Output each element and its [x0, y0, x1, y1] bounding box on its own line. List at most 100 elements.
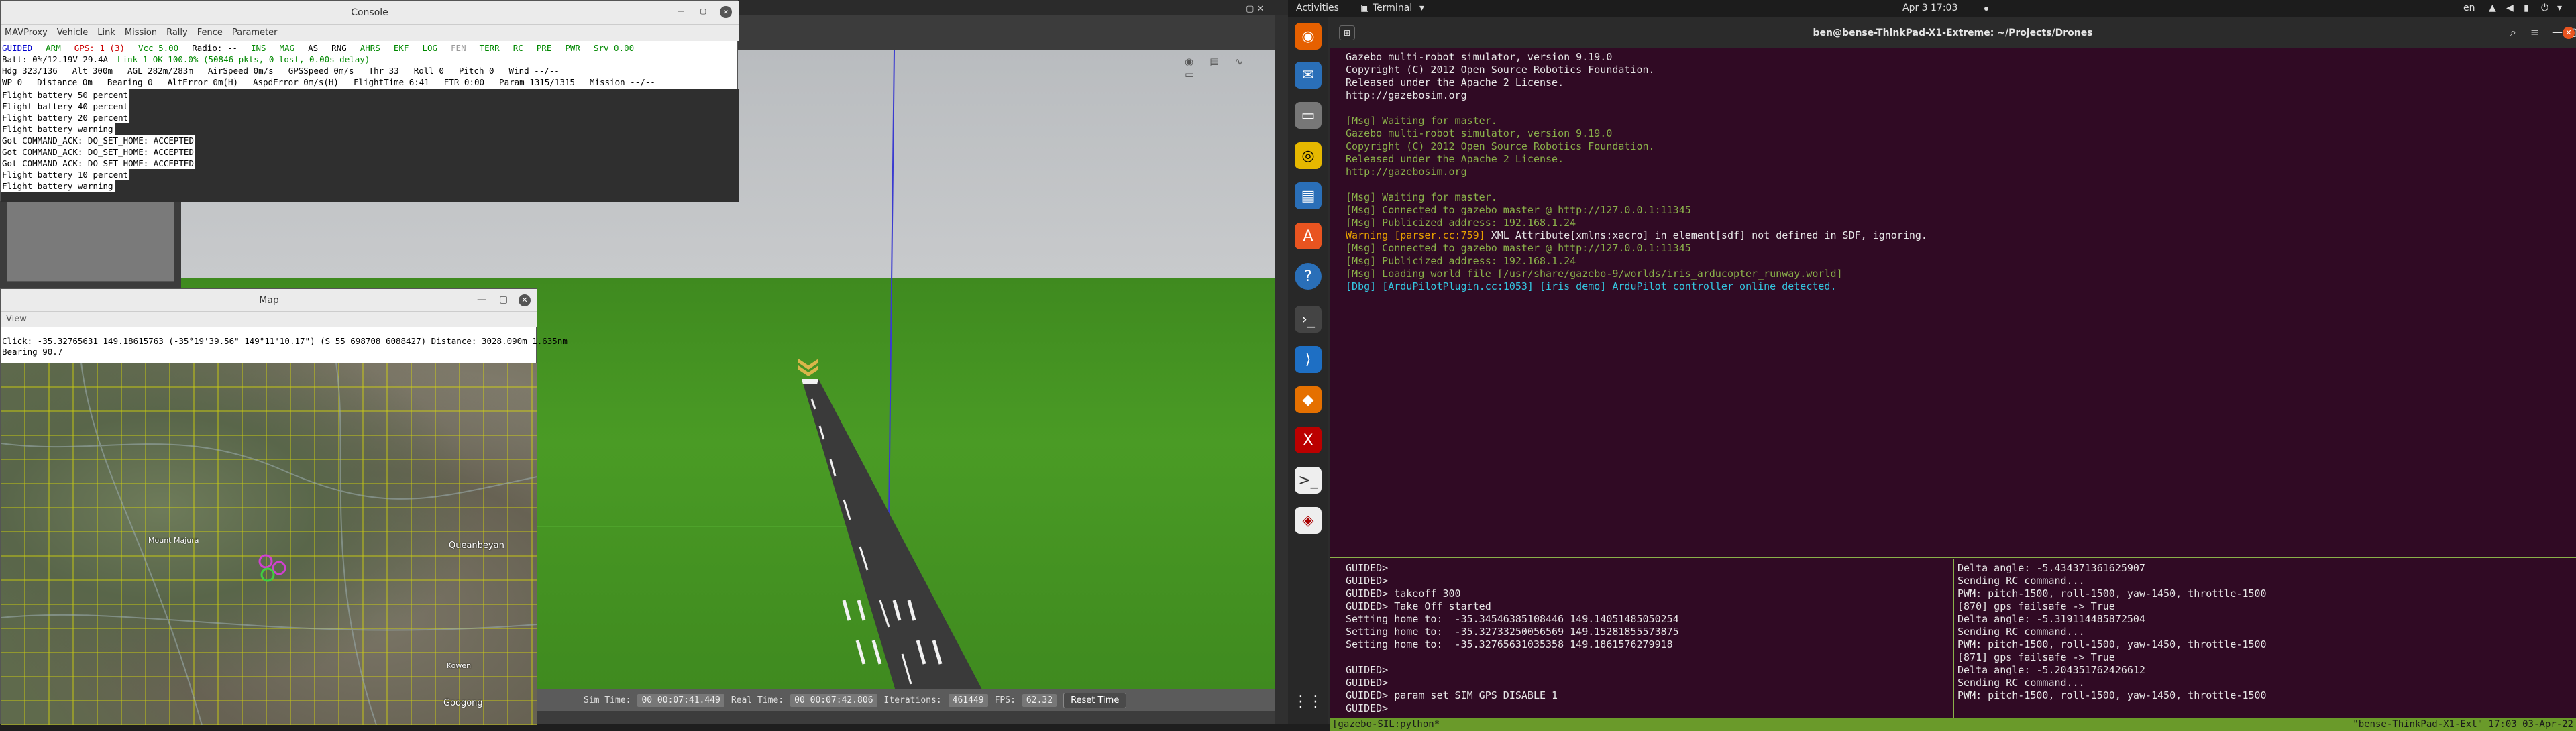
status-item: Alt 300m [72, 66, 113, 76]
status-item: GUIDED [2, 43, 33, 53]
software-center-icon[interactable]: A [1295, 223, 1322, 249]
minimize-icon[interactable]: — [477, 294, 486, 305]
app-menu-terminal[interactable]: Terminal [1373, 3, 1412, 13]
map-canvas[interactable]: Queanbeyan Googong Mount Majura Kowen [1, 363, 537, 725]
writer-icon[interactable]: ▤ [1295, 182, 1322, 209]
console-menu-item[interactable]: MAVProxy [5, 27, 48, 38]
battery-icon[interactable]: ▮ [2524, 3, 2529, 13]
iterations-label: Iterations: [883, 695, 942, 706]
minimize-icon[interactable]: — [678, 6, 684, 17]
status-item: Param 1315/1315 [499, 77, 575, 87]
console-menu-item[interactable]: Parameter [232, 27, 278, 38]
pane-line: GUIDED> Take Off started [1346, 600, 1491, 612]
status-item: Pitch 0 [458, 66, 494, 76]
status-item: GPSSpeed 0m/s [288, 66, 354, 76]
map-label-mount-majura: Mount Majura [148, 536, 199, 545]
status-item: PRE [536, 43, 552, 53]
close-icon[interactable]: ✕ [720, 6, 732, 18]
close-icon[interactable]: ✕ [2563, 27, 2575, 39]
terminal-title: ben@bense-ThinkPad-X1-Extreme: ~/Project… [1813, 27, 2093, 38]
rhythmbox-icon[interactable]: ◎ [1295, 142, 1322, 169]
map-titlebar[interactable]: Map — ▢ ✕ [1, 289, 537, 312]
map-label-queanbeyan: Queanbeyan [449, 541, 504, 551]
terminal-line: Released under the Apache 2 License. [1346, 76, 1564, 89]
terminal-titlebar[interactable]: ⊞ ben@bense-ThinkPad-X1-Extreme: ~/Proje… [1330, 17, 2576, 48]
gazebo-right-splitter[interactable] [1275, 15, 1288, 724]
x-app-icon[interactable]: X [1295, 427, 1322, 453]
pane-line: GUIDED> param set SIM_GPS_DISABLE 1 [1346, 689, 1558, 701]
log-icon[interactable]: ▤ [1210, 56, 1223, 68]
status-item: Wind --/-- [508, 66, 559, 76]
gnome-top-bar: Activities ▣ Terminal ▾ Apr 3 17:03 en ▲… [1288, 0, 2576, 17]
maximize-icon[interactable]: ▢ [700, 6, 706, 17]
pane-line: Setting home to: -35.32733250056569 149.… [1346, 626, 1679, 638]
plot-icon[interactable]: ∿ [1234, 56, 1248, 68]
thunderbird-icon[interactable]: ✉ [1295, 62, 1322, 89]
show-apps-icon[interactable]: ⋮⋮ [1293, 688, 1323, 715]
map-menu-view[interactable]: View [1, 312, 537, 327]
pane-line: Sending RC command... [1957, 677, 2085, 689]
status-item: LOG [422, 43, 438, 53]
files-icon[interactable]: ▭ [1295, 102, 1322, 129]
status-item: FlightTime 6:41 [353, 77, 429, 87]
video-icon[interactable]: ▭ [1185, 68, 1198, 80]
clock[interactable]: Apr 3 17:03 [1902, 3, 1957, 13]
console-menu-item[interactable]: Vehicle [57, 27, 89, 38]
reset-time-button[interactable]: Reset Time [1063, 692, 1127, 708]
terminal-output-pane[interactable]: Gazebo multi-robot simulator, version 9.… [1330, 48, 2576, 558]
tmux-host-clock: "bense-ThinkPad-X1-Ext" 17:03 03-Apr-22 [2353, 719, 2573, 730]
terminal-window: ⊞ ben@bense-ThinkPad-X1-Extreme: ~/Proje… [1330, 17, 2576, 731]
close-icon[interactable]: ✕ [519, 294, 531, 306]
tmux-pane-controller[interactable]: Delta angle: -5.434371361625907 Sending R… [1955, 559, 2576, 718]
status-item: RNG [331, 43, 347, 53]
gazebo-window-controls[interactable]: — ▢ ✕ [1234, 4, 1281, 15]
console-menu-item[interactable]: Mission [125, 27, 157, 38]
status-row-1: GUIDED ARM GPS: 1 (3) Vcc 5.00 Radio: -- INS M… [1, 42, 739, 54]
status-row-2: Batt: 0%/12.19V 29.4A Link 1 OK 100.0% (5… [1, 54, 739, 65]
log-line: Flight battery warning [1, 180, 115, 192]
power-icon[interactable]: ⏻ [2541, 3, 2548, 13]
log-line: Flight battery warning [1, 123, 115, 135]
tmux-pane-mavproxy[interactable]: GUIDED> GUIDED> GUIDED> takeoff 300 GUIDED>… [1330, 559, 1952, 718]
vscode-icon[interactable]: ⟩ [1295, 346, 1322, 373]
help-icon[interactable]: ? [1295, 263, 1322, 290]
map-window: Map — ▢ ✕ View Click: -35.32765631 149.1… [0, 288, 568, 725]
status-item: ETR 0:00 [443, 77, 485, 87]
status-item: Mission --/-- [589, 77, 655, 87]
console-menu-item[interactable]: Link [97, 27, 115, 38]
pane-line: PWM: pitch-1500, roll-1500, yaw-1450, th… [1957, 638, 2267, 651]
console-menu-item[interactable]: Fence [197, 27, 223, 38]
status-item: PWR [565, 43, 580, 53]
volume-icon[interactable]: ◀ [2506, 3, 2514, 13]
gazebo-time-bar: Sim Time: 00 00:07:41.449 Real Time: 00 … [537, 689, 1275, 711]
profile-app-icon[interactable]: ◈ [1295, 507, 1322, 534]
menu-icon[interactable]: ≡ [2530, 25, 2539, 38]
maximize-icon[interactable]: ▢ [499, 294, 508, 305]
minimize-icon[interactable]: — [2552, 25, 2563, 38]
status-item: AS [308, 43, 319, 53]
search-icon[interactable]: ⌕ [2510, 25, 2516, 39]
system-menu-chevron-icon[interactable]: ▾ [2557, 3, 2562, 13]
z-axis-line [888, 50, 895, 520]
network-icon[interactable]: ▲ [2489, 3, 2496, 13]
console-menu-item[interactable]: Rally [166, 27, 188, 38]
status-item: INS [250, 43, 266, 53]
app-menu-chevron-down-icon[interactable]: ▾ [1419, 3, 1424, 13]
terminal-icon[interactable]: ›_ [1295, 306, 1322, 333]
status-item: Bearing 0 [107, 77, 153, 87]
status-item: FEN [451, 43, 466, 53]
status-item: AltError 0m(H) [167, 77, 238, 87]
firefox-icon[interactable]: ◉ [1295, 23, 1322, 50]
terminal-app-icon[interactable]: >_ [1295, 467, 1322, 494]
layers-app-icon[interactable]: ◆ [1295, 386, 1322, 413]
keyboard-layout[interactable]: en [2463, 3, 2475, 13]
fps-label: FPS: [994, 695, 1016, 706]
log-line: Flight battery 20 percent [1, 112, 130, 123]
activities-button[interactable]: Activities [1296, 3, 1339, 13]
camera-icon[interactable]: ◉ [1185, 56, 1198, 68]
vehicle-marker [258, 554, 286, 582]
status-item: AspdError 0m/s(H) [253, 77, 339, 87]
pane-line: PWM: pitch-1500, roll-1500, yaw-1450, th… [1957, 689, 2267, 701]
terminal-line: Gazebo multi-robot simulator, version 9.… [1346, 127, 1613, 139]
console-titlebar[interactable]: Console — ▢ ✕ [1, 1, 739, 25]
